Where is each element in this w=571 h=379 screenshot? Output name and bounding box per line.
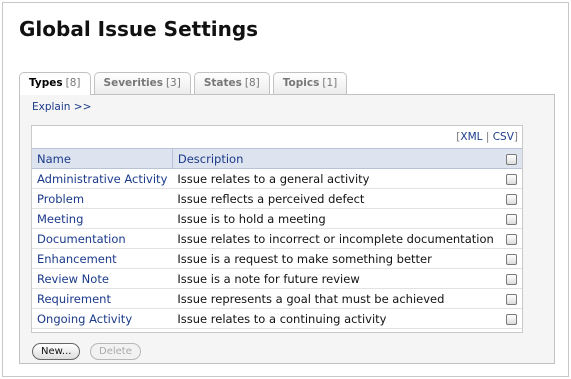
type-name-link[interactable]: Documentation [32,228,173,249]
row-checkbox[interactable] [505,173,517,185]
row-checkbox[interactable] [505,253,517,265]
explain-link[interactable]: Explain >> [32,101,91,113]
tab-states-count: [8] [244,77,260,89]
name-column-header[interactable]: Name [32,148,173,169]
tab-topics-label: Topics [282,77,320,89]
table-row: Problem Issue reflects a perceived defec… [32,188,522,209]
type-description: Issue reflects a perceived defect [172,188,500,209]
type-description: Issue is to hold a meeting [172,208,500,229]
row-checkbox[interactable] [505,193,517,205]
table-row: Administrative Activity Issue relates to… [32,168,522,189]
row-checkbox[interactable] [505,293,517,305]
table-header-row: Name Description [32,148,522,169]
row-select-cell [500,248,522,269]
export-bracket-close: ] [513,131,518,143]
type-name-link[interactable]: Review Note [32,268,173,289]
type-name-link[interactable]: Requirement [32,288,173,309]
type-description: Issue relates to incorrect or incomplete… [172,228,500,249]
issue-types-grid: [XML | CSV] Name Description Administrat… [31,125,523,333]
tab-topics[interactable]: Topics [1] [272,72,348,94]
description-column-header[interactable]: Description [172,148,500,169]
table-row: Requirement Issue represents a goal that… [32,288,522,309]
tab-bar: Types [8] Severities [3] States [8] Topics[… [19,72,350,95]
table-row: Meeting Issue is to hold a meeting [32,208,522,229]
xml-export-link[interactable]: XML [460,131,482,143]
row-checkbox[interactable] [505,233,517,245]
tab-panel: Explain >> [XML | CSV] Name Description … [19,94,555,364]
row-select-cell [500,208,522,229]
new-button[interactable]: New... [32,343,81,360]
tab-types[interactable]: Types [8] [19,72,91,95]
type-name-link[interactable]: Administrative Activity [32,168,173,189]
settings-window: Global Issue Settings Types [8] Severitie… [2,2,569,377]
row-checkbox[interactable] [505,273,517,285]
export-links: [XML | CSV] [456,131,518,143]
tab-types-label: Types [29,77,63,89]
type-description: Issue is a request to make something bet… [172,248,500,269]
type-description: Issue relates to a general activity [172,168,500,189]
type-description: Issue is a note for future review [172,268,500,289]
export-separator: | [482,131,493,143]
select-all-checkbox[interactable] [505,153,517,165]
row-select-cell [500,168,522,189]
row-checkbox[interactable] [505,313,517,325]
select-all-cell [500,148,522,169]
type-name-link[interactable]: Enhancement [32,248,173,269]
row-select-cell [500,188,522,209]
type-name-link[interactable]: Ongoing Activity [32,308,173,329]
type-name-link[interactable]: Problem [32,188,173,209]
row-select-cell [500,308,522,329]
tab-types-count: [8] [65,77,81,89]
table-row: Review Note Issue is a note for future r… [32,268,522,289]
tab-severities[interactable]: Severities [3] [93,72,191,94]
delete-button[interactable]: Delete [90,343,141,360]
table-row: Ongoing Activity Issue relates to a cont… [32,308,522,329]
issue-types-table: Name Description Administrative Activity… [32,148,522,329]
row-checkbox[interactable] [505,213,517,225]
type-name-link[interactable]: Meeting [32,208,173,229]
table-row: Enhancement Issue is a request to make s… [32,248,522,269]
page-title: Global Issue Settings [19,17,259,41]
row-select-cell [500,288,522,309]
row-select-cell [500,228,522,249]
csv-export-link[interactable]: CSV [493,131,514,143]
tab-severities-count: [3] [165,77,181,89]
row-select-cell [500,268,522,289]
type-description: Issue represents a goal that must be ach… [172,288,500,309]
tab-severities-label: Severities [103,77,163,89]
table-row: Documentation Issue relates to incorrect… [32,228,522,249]
tab-topics-count: [1] [322,77,338,89]
type-description: Issue relates to a continuing activity [172,308,500,329]
tab-states-label: States [203,77,242,89]
tab-states[interactable]: States [8] [193,72,270,94]
